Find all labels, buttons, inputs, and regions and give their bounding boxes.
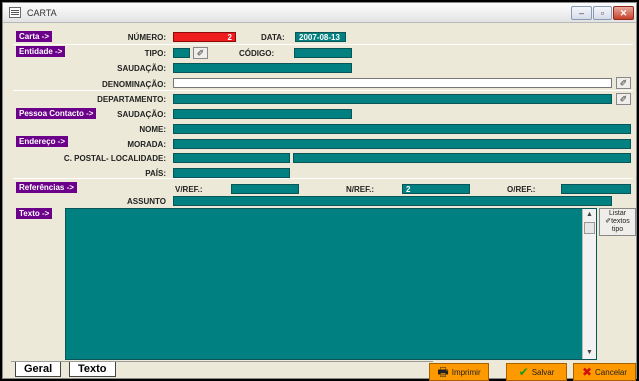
vref-field[interactable] [231,184,299,194]
oref-label: O/REF.: [507,185,536,194]
listar-textos-tipo-button[interactable]: Listar ✐textos tipo [599,208,636,236]
oref-field[interactable] [561,184,631,194]
pais-field[interactable] [173,168,290,178]
listar-label: Listar [608,210,627,217]
texto-memo[interactable]: ▲ ▼ [65,208,597,360]
vref-label: V/REF.: [175,185,203,194]
denominacao-lookup-icon[interactable]: ✐ [616,77,631,89]
numero-field[interactable]: 2 [173,32,236,42]
contacto-saudacao-field[interactable] [173,109,352,119]
pais-label: PAÍS: [145,169,166,178]
close-button[interactable]: ✕ [613,6,634,20]
cancel-x-icon: ✖ [581,365,593,379]
departamento-label: DEPARTAMENTO: [97,95,166,104]
departamento-field[interactable] [173,94,612,104]
assunto-label: ASSUNTO [127,197,166,206]
morada-label: MORADA: [127,140,166,149]
contacto-saudacao-label: SAUDAÇÃO: [117,110,166,119]
nref-label: N/REF.: [346,185,374,194]
title-bar: CARTA – ▫ ✕ [3,3,636,23]
codigo-postal-field[interactable] [173,153,290,163]
cpostal-label: C. POSTAL- LOCALIDADE: [63,154,166,163]
printer-icon: 🖶 [437,365,449,379]
tipo-field[interactable] [173,48,190,58]
numero-label: NÚMERO: [127,33,166,42]
nref-value: 2 [406,185,411,194]
scroll-down-icon[interactable]: ▼ [583,347,596,359]
tab-texto[interactable]: Texto [69,362,116,377]
texto-section-label: Texto -> [16,208,53,219]
divider [13,44,633,45]
carta-section-label: Carta -> [16,31,53,42]
tipo-label: tipo [611,226,624,233]
document-icon [9,7,21,18]
numero-value: 2 [227,33,232,42]
scroll-up-icon[interactable]: ▲ [583,209,596,221]
carta-window: CARTA – ▫ ✕ Carta -> NÚMERO: 2 DATA: 200… [2,2,637,381]
imprimir-button[interactable]: 🖶 Imprimir [429,363,489,381]
textos-label: textos [611,218,630,225]
assunto-field[interactable] [173,196,612,206]
scroll-thumb[interactable] [584,222,595,234]
minimize-button[interactable]: – [571,6,592,20]
tipo-label: TIPO: [144,49,166,58]
departamento-lookup-icon[interactable]: ✐ [616,93,631,105]
vertical-scrollbar[interactable]: ▲ ▼ [582,209,596,359]
divider [13,90,633,91]
morada-field[interactable] [173,139,631,149]
checkmark-icon: ✔ [518,365,529,379]
tab-geral[interactable]: Geral [15,362,62,377]
salvar-label: Salvar [531,367,555,377]
divider [13,178,633,179]
salvar-button[interactable]: ✔ Salvar [506,363,567,381]
entidade-saudacao-label: SAUDAÇÃO: [117,64,166,73]
referencias-section-label: Referências -> [16,182,77,193]
denominacao-label: DENOMINAÇÃO: [102,80,166,89]
localidade-field[interactable] [293,153,631,163]
contacto-section-label: Pessoa Contacto -> [16,108,97,119]
cancelar-label: Cancelar [595,367,628,377]
endereco-section-label: Endereço -> [16,136,69,147]
nome-field[interactable] [173,124,631,134]
textos-label-row: ✐textos [600,218,635,226]
entidade-section-label: Entidade -> [16,46,66,57]
window-title: CARTA [27,8,57,18]
data-label: DATA: [261,33,285,42]
cancelar-button[interactable]: ✖ Cancelar [573,363,636,381]
maximize-button[interactable]: ▫ [593,6,612,20]
data-value: 2007-08-13 [299,33,340,42]
data-field[interactable]: 2007-08-13 [295,32,346,42]
codigo-label: CÓDIGO: [239,49,275,58]
entidade-saudacao-field[interactable] [173,63,352,73]
nome-label: NOME: [139,125,166,134]
imprimir-label: Imprimir [451,367,481,377]
nref-field[interactable]: 2 [402,184,470,194]
denominacao-field[interactable] [173,78,612,88]
tipo-lookup-icon[interactable]: ✐ [193,47,208,59]
codigo-field[interactable] [294,48,352,58]
